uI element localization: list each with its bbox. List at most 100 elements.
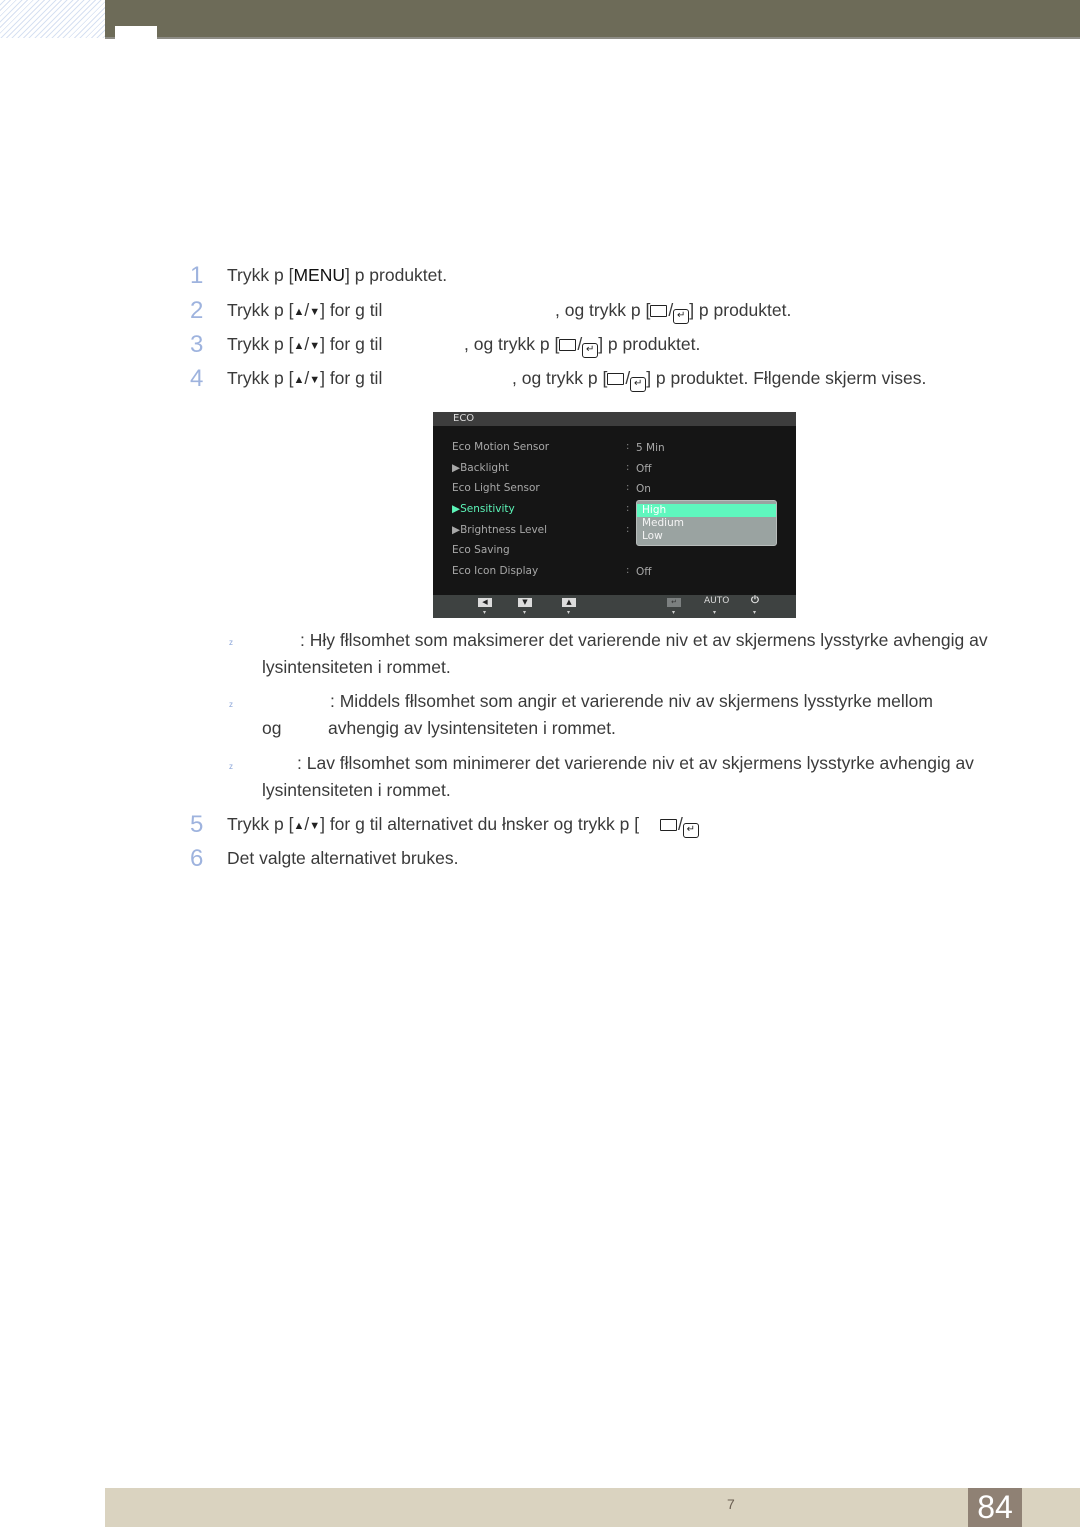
step-text: ] for g til — [320, 368, 383, 388]
step-text: ] for g til — [320, 300, 383, 320]
step-text: Trykk p [ — [227, 300, 294, 320]
step-text: , og trykk p [ — [464, 334, 560, 354]
bullet-marker: z — [229, 762, 233, 771]
osd-row-value: 5 Min — [636, 442, 665, 454]
osd-colon: : — [626, 441, 630, 452]
enter-key-icon[interactable]: ↵ — [667, 598, 681, 607]
osd-colon: : — [626, 524, 630, 535]
step-4: 4 Trykk p [▲/▼] for g til , og trykk p [/… — [190, 365, 990, 392]
osd-row-eco-motion-sensor[interactable]: Eco Motion Sensor — [452, 441, 549, 453]
header-hatch-decoration — [0, 0, 105, 38]
down-arrow-icon: ▼ — [309, 340, 321, 352]
page-number: 84 — [968, 1488, 1022, 1527]
step-1: 1 Trykk p [MENU] p produktet. — [190, 262, 448, 289]
submenu-arrow-icon: ▶ — [452, 503, 461, 515]
osd-row-label: Brightness Level — [460, 524, 548, 536]
osd-row-value: Off — [636, 566, 652, 578]
step-text: Trykk p [ — [227, 334, 294, 354]
step-text: Trykk p [ — [227, 368, 294, 388]
bullet-marker: z — [229, 700, 233, 709]
osd-row-label: Eco Saving — [452, 544, 510, 556]
bullet-marker: z — [229, 638, 233, 647]
bullet-high-line1: : Hły fłlsomhet som maksimerer det varie… — [300, 630, 988, 650]
dropdown-option-medium[interactable]: Medium — [637, 517, 776, 530]
osd-row-eco-icon-display[interactable]: Eco Icon Display — [452, 565, 538, 577]
step-6: 6 Det valgte alternativet brukes. — [190, 845, 459, 872]
power-icon[interactable]: ⏻ — [748, 596, 762, 606]
source-button-icon — [650, 305, 668, 317]
step-text: ] p produktet. Fłlgende skjerm vises. — [646, 368, 927, 388]
key-tick: ▾ — [713, 609, 717, 616]
step-text: ] for g til — [320, 334, 383, 354]
step-number: 1 — [190, 262, 204, 289]
auto-key-label[interactable]: AUTO — [704, 597, 729, 606]
up-arrow-icon: ▲ — [293, 340, 305, 352]
bullet-low-line2: lysintensiteten i rommet. — [262, 780, 451, 800]
dropdown-option-high[interactable]: High — [637, 504, 776, 517]
osd-row-eco-saving[interactable]: Eco Saving — [452, 544, 510, 556]
step-text: ] for g til alternativet du łnsker og tr… — [320, 814, 640, 834]
down-arrow-icon: ▼ — [309, 820, 321, 832]
osd-row-sensitivity[interactable]: ▶Sensitivity — [452, 503, 515, 515]
osd-row-label: Eco Icon Display — [452, 565, 539, 577]
source-button-icon — [660, 819, 677, 831]
step-text: Det valgte alternativet brukes. — [227, 848, 459, 868]
osd-row-eco-light-sensor[interactable]: Eco Light Sensor — [452, 482, 540, 494]
down-key-icon[interactable]: ▼ — [518, 598, 532, 607]
bullet-medium-line1: : Middels fłlsomhet som angir et variere… — [330, 691, 933, 711]
submenu-arrow-icon: ▶ — [452, 524, 461, 536]
sensitivity-dropdown[interactable]: High Medium Low — [636, 500, 777, 546]
source-button-icon — [559, 339, 577, 351]
step-number: 3 — [190, 331, 204, 358]
bullet-medium-line2a: og — [262, 718, 282, 738]
eco-osd-menu: ECO Eco Motion Sensor : 5 Min ▶Backlight… — [433, 412, 796, 618]
up-arrow-icon: ▲ — [293, 820, 305, 832]
osd-row-label: Eco Light Sensor — [452, 482, 540, 494]
menu-button-label: MENU — [293, 265, 345, 285]
step-text: ] p produktet. — [344, 265, 448, 285]
osd-row-brightness-level[interactable]: ▶Brightness Level — [452, 524, 547, 536]
submenu-arrow-icon: ▶ — [452, 462, 461, 474]
osd-row-label: Eco Motion Sensor — [452, 441, 550, 453]
key-tick: ▾ — [483, 609, 487, 616]
step-number: 6 — [190, 845, 204, 872]
step-number: 4 — [190, 365, 204, 392]
osd-colon: : — [626, 482, 630, 493]
bullet-low-line1: : Lav fłlsomhet som minimerer det varier… — [297, 753, 974, 773]
enter-icon: ↵ — [630, 377, 647, 392]
key-tick: ▾ — [567, 609, 571, 616]
up-arrow-icon: ▲ — [293, 374, 305, 386]
bullet-high-line2: lysintensiteten i rommet. — [262, 657, 451, 677]
up-key-icon[interactable]: ▲ — [562, 598, 576, 607]
osd-row-backlight[interactable]: ▶Backlight — [452, 462, 509, 474]
dropdown-option-low[interactable]: Low — [637, 530, 776, 543]
step-5: 5 Trykk p [▲/▼] for g til alternativet du… — [190, 813, 699, 838]
down-arrow-icon: ▼ — [309, 306, 321, 318]
step-text: ] p produktet. — [689, 300, 792, 320]
enter-icon: ↵ — [673, 309, 690, 324]
step-text: , og trykk p [ — [512, 368, 608, 388]
bullet-medium-line2b: avhengig av lysintensiteten i rommet. — [328, 718, 616, 738]
header-tab — [115, 26, 157, 39]
enter-icon: ↵ — [682, 823, 699, 838]
osd-row-label: Sensitivity — [460, 503, 515, 515]
footer-bar — [105, 1488, 1080, 1527]
step-3: 3 Trykk p [▲/▼] for g til , og trykk p [/… — [190, 331, 990, 358]
source-button-icon — [607, 373, 625, 385]
osd-title: ECO — [433, 412, 796, 426]
step-2: 2 Trykk p [▲/▼] for g til , og trykk p [/… — [190, 299, 990, 324]
down-arrow-icon: ▼ — [309, 374, 321, 386]
key-tick: ▾ — [753, 609, 757, 616]
enter-icon: ↵ — [582, 343, 599, 358]
osd-row-value: On — [636, 483, 651, 495]
osd-colon: : — [626, 565, 630, 576]
osd-button-guide: ◀ ▾ ▼ ▾ ▲ ▾ ↵ ▾ AUTO ▾ ⏻ ▾ — [433, 595, 796, 618]
step-text: , og trykk p [ — [555, 300, 651, 320]
key-tick: ▾ — [523, 609, 527, 616]
osd-colon: : — [626, 503, 630, 514]
footer-chapter-number: 7 — [727, 1496, 735, 1512]
osd-row-label: Backlight — [460, 462, 509, 474]
key-tick: ▾ — [672, 609, 676, 616]
left-key-icon[interactable]: ◀ — [478, 598, 492, 607]
osd-colon: : — [626, 462, 630, 473]
